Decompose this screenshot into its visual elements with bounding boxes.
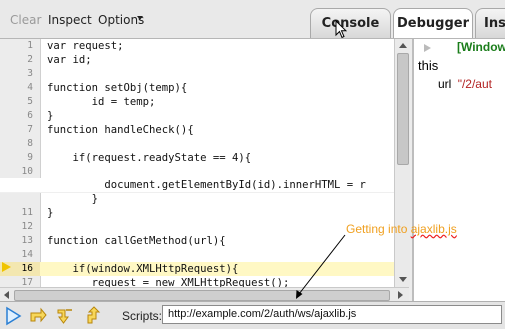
line-number-text: 16	[21, 263, 33, 274]
line-code: function setObj(temp){	[47, 82, 188, 94]
mouse-cursor-icon	[335, 20, 347, 39]
debugger-controls-bar: Scripts: http://example.com/2/auth/ws/aj…	[0, 301, 505, 329]
source-line[interactable]: 4 function setObj(temp){	[0, 81, 394, 95]
source-code-panel[interactable]: 1 var request; 2 var id; 3 4 function setOb…	[0, 39, 394, 287]
line-number: 14	[21, 249, 33, 260]
debugger-toolbar: Clear Inspect Options Console Debugger I…	[0, 0, 505, 39]
scroll-left-arrow-icon[interactable]	[4, 291, 9, 299]
line-number: 7	[27, 124, 33, 135]
watch-variable-row[interactable]: url "/2/aut	[438, 77, 492, 91]
source-line[interactable]: 14	[0, 248, 394, 262]
scroll-right-arrow-icon[interactable]	[398, 291, 403, 299]
line-code: request = new XMLHttpRequest();	[47, 277, 290, 287]
horizontal-scroll-thumb[interactable]	[14, 290, 390, 301]
line-code: var request;	[47, 40, 124, 52]
line-code: }	[47, 110, 54, 122]
scroll-down-arrow-icon[interactable]	[399, 277, 407, 282]
source-line[interactable]: 10	[0, 165, 394, 179]
line-code: var id;	[47, 54, 92, 66]
source-line[interactable]: 7 function handleCheck(){	[0, 123, 394, 137]
source-line[interactable]: 9 if(request.readyState == 4){	[0, 151, 394, 165]
line-number: 9	[27, 152, 33, 163]
line-number: 2	[27, 54, 33, 65]
step-over-icon[interactable]	[28, 306, 48, 326]
variable-name: url	[438, 77, 452, 91]
annotation-text: Getting into	[346, 222, 411, 236]
current-execution-line[interactable]: 16 if(window.XMLHttpRequest){	[0, 262, 394, 276]
line-code: function callGetMethod(url){	[47, 235, 226, 247]
line-number: 10	[21, 166, 33, 177]
source-line[interactable]: 11}	[0, 206, 394, 220]
line-code: if(request.readyState == 4){	[47, 152, 252, 164]
expand-scope-icon[interactable]	[424, 44, 431, 52]
variable-value: "/2/aut	[457, 77, 492, 91]
line-code: function handleCheck(){	[47, 124, 194, 136]
line-number: 17	[21, 277, 33, 287]
source-line[interactable]: 6}	[0, 109, 394, 123]
tab-inspector[interactable]: Insp	[475, 8, 505, 38]
source-line[interactable]: }	[0, 192, 394, 206]
source-line[interactable]: 3	[0, 67, 394, 81]
line-number: 13	[21, 235, 33, 246]
line-number: 12	[21, 221, 33, 232]
step-out-icon[interactable]	[84, 306, 104, 326]
scroll-up-arrow-icon[interactable]	[399, 43, 407, 48]
line-number: 5	[27, 96, 33, 107]
inspect-button[interactable]: Inspect	[48, 13, 92, 27]
line-code: }	[47, 207, 54, 219]
source-line[interactable]: 5 id = temp;	[0, 95, 394, 109]
source-line[interactable]: 1 var request;	[0, 39, 394, 53]
source-horizontal-scrollbar[interactable]	[0, 287, 409, 302]
source-line[interactable]: document.getElementById(id).innerHTML = …	[0, 178, 394, 192]
line-number: 3	[27, 68, 33, 79]
execution-pointer-icon	[2, 262, 11, 272]
line-number: 11	[21, 207, 33, 218]
this-label[interactable]: this	[418, 58, 438, 73]
scripts-label: Scripts:	[122, 309, 163, 323]
watch-panel[interactable]: [Window this url "/2/aut	[412, 39, 505, 301]
options-dropdown-icon	[137, 16, 143, 20]
scope-label[interactable]: [Window	[457, 40, 505, 54]
vertical-scroll-thumb[interactable]	[397, 53, 409, 165]
tab-debugger[interactable]: Debugger	[393, 8, 473, 38]
line-code: }	[47, 193, 99, 205]
clear-button[interactable]: Clear	[10, 13, 41, 27]
line-number: 6	[27, 110, 33, 121]
source-line[interactable]: 17 request = new XMLHttpRequest();	[0, 276, 394, 287]
line-number: 1	[27, 40, 33, 51]
annotation-label: Getting into ajaxlib.js	[346, 222, 457, 236]
step-into-icon[interactable]	[56, 306, 76, 326]
tab-console[interactable]: Console	[310, 8, 391, 38]
scripts-url-field[interactable]: http://example.com/2/auth/ws/ajaxlib.js	[162, 305, 502, 324]
annotation-filename: ajaxlib.js	[410, 222, 457, 236]
line-code: if(window.XMLHttpRequest){	[47, 263, 239, 275]
line-code: document.getElementById(id).innerHTML = …	[47, 179, 366, 191]
source-line[interactable]: 8	[0, 137, 394, 151]
line-number: 8	[27, 138, 33, 149]
line-code: id = temp;	[47, 96, 156, 108]
source-line[interactable]: 13 function callGetMethod(url){	[0, 234, 394, 248]
source-line[interactable]: 2 var id;	[0, 53, 394, 67]
line-number: 4	[27, 82, 33, 93]
source-line[interactable]: 12	[0, 220, 394, 234]
source-vertical-scrollbar[interactable]	[394, 39, 410, 287]
continue-icon[interactable]	[3, 306, 23, 326]
